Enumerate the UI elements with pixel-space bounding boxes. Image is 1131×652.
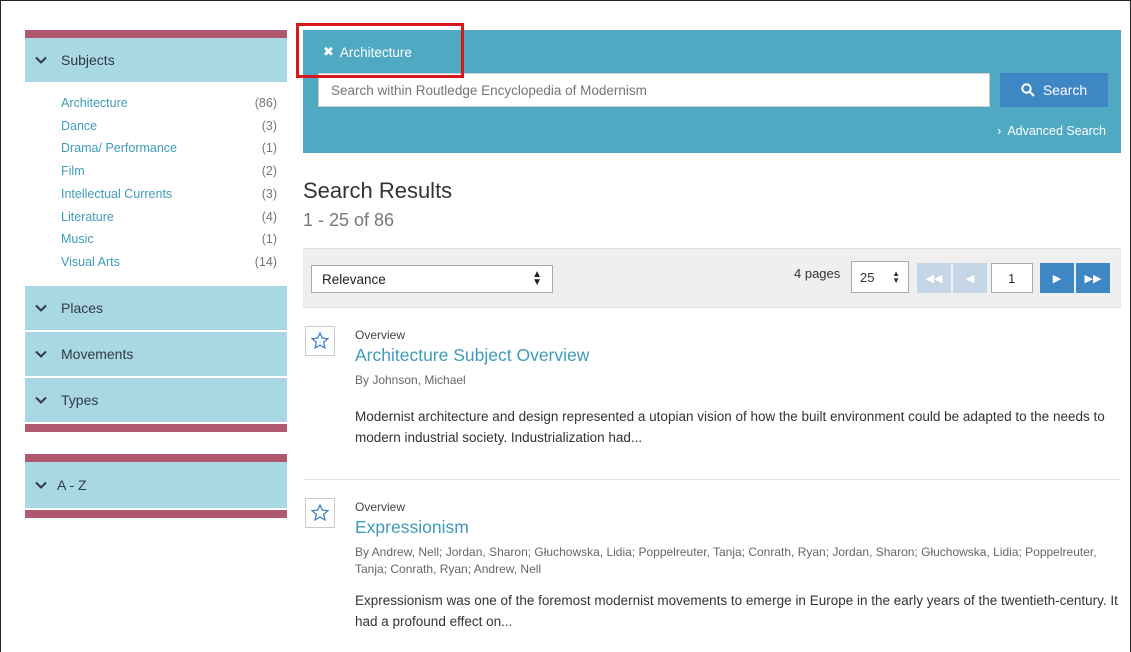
sort-select[interactable]: Relevance ▲ ▼ xyxy=(311,265,553,293)
facet-places-header[interactable]: Places xyxy=(25,285,287,332)
list-item: Intellectual Currents (3) xyxy=(61,183,277,206)
list-item: Architecture (86) xyxy=(61,92,277,115)
az-bottom-bar xyxy=(25,509,287,518)
subject-link[interactable]: Music xyxy=(61,228,94,251)
subject-count: (86) xyxy=(254,96,277,110)
prev-page-icon: ◀ xyxy=(965,272,975,285)
search-icon xyxy=(1021,83,1035,97)
star-icon xyxy=(310,331,330,350)
subject-link[interactable]: Literature xyxy=(61,206,114,229)
results-count: 1 - 25 of 86 xyxy=(303,210,395,230)
result-title-link[interactable]: Expressionism xyxy=(355,517,1125,538)
facet-subjects-label: Subjects xyxy=(61,52,115,68)
first-page-icon: ◀◀ xyxy=(925,272,943,285)
subject-link[interactable]: Dance xyxy=(61,115,97,138)
search-input[interactable] xyxy=(318,73,990,107)
search-button[interactable]: Search xyxy=(1000,73,1108,107)
advanced-search-link[interactable]: › Advanced Search xyxy=(997,124,1106,138)
chevron-down-icon xyxy=(35,481,47,489)
facet-az-label: A - Z xyxy=(57,476,87,493)
result-author: By Johnson, Michael xyxy=(355,373,466,387)
subjects-list: Architecture (86) Dance (3) Drama/ Perform… xyxy=(25,84,287,286)
subject-link[interactable]: Visual Arts xyxy=(61,251,120,274)
subject-count: (1) xyxy=(261,232,277,247)
chevron-down-icon xyxy=(35,350,47,358)
chevron-down-icon xyxy=(35,56,47,64)
bookmark-button[interactable] xyxy=(305,326,335,356)
per-page-value: 25 xyxy=(860,269,875,285)
result-snippet: Modernist architecture and design repres… xyxy=(355,409,1105,445)
next-page-button[interactable]: ▶ xyxy=(1040,263,1074,293)
subject-count: (2) xyxy=(261,164,277,179)
facet-places-label: Places xyxy=(61,299,104,316)
sidebar-divider-bar xyxy=(25,423,287,432)
result-type: Overview xyxy=(355,500,406,514)
result-item: Overview Expressionism By Andrew, Nell; … xyxy=(303,480,1121,652)
subject-link[interactable]: Intellectual Currents xyxy=(61,183,172,206)
annotation-highlight-box xyxy=(296,23,464,78)
facet-movements-label: Movements xyxy=(61,345,134,362)
az-top-bar xyxy=(25,453,287,462)
select-arrows-icon: ▲ ▼ xyxy=(532,269,542,288)
result-title-link[interactable]: Architecture Subject Overview xyxy=(355,345,1125,366)
subject-count: (1) xyxy=(261,141,277,156)
sidebar: Subjects Architecture (86) Dance (3) Drama… xyxy=(25,30,287,518)
page: Subjects Architecture (86) Dance (3) Drama… xyxy=(0,0,1131,652)
pages-label: 4 pages xyxy=(794,266,841,281)
chevron-down-icon xyxy=(35,304,47,312)
star-icon xyxy=(310,503,330,522)
result-item: Overview Architecture Subject Overview B… xyxy=(303,308,1121,480)
facet-movements-header[interactable]: Movements xyxy=(25,331,287,378)
result-body: Overview Architecture Subject Overview B… xyxy=(355,328,1125,448)
list-item: Drama/ Performance (1) xyxy=(61,137,277,160)
next-page-icon: ▶ xyxy=(1052,272,1062,285)
result-type: Overview xyxy=(355,328,406,342)
prev-page-button[interactable]: ◀ xyxy=(953,263,987,293)
subject-link[interactable]: Drama/ Performance xyxy=(61,137,177,160)
sort-value: Relevance xyxy=(322,271,386,287)
facet-types-header[interactable]: Types xyxy=(25,377,287,424)
per-page-select[interactable]: 25 ▲ ▼ xyxy=(851,261,909,293)
select-arrows-icon: ▲ ▼ xyxy=(892,269,900,285)
list-item: Film (2) xyxy=(61,160,277,183)
list-item: Literature (4) xyxy=(61,206,277,229)
subject-link[interactable]: Film xyxy=(61,160,85,183)
facet-types-label: Types xyxy=(61,391,99,408)
result-snippet: Expressionism was one of the foremost mo… xyxy=(355,593,1118,629)
results-toolbar: Relevance ▲ ▼ 4 pages 25 ▲ ▼ ◀◀ ◀ 1 ▶ ▶▶ xyxy=(303,248,1121,308)
list-item: Music (1) xyxy=(61,228,277,251)
main-content: ✖ Architecture Search ›Advanced Search S… xyxy=(303,30,1121,652)
result-body: Overview Expressionism By Andrew, Nell; … xyxy=(355,500,1125,632)
subject-count: (3) xyxy=(261,186,277,201)
subject-count: (4) xyxy=(261,209,277,224)
subject-count: (3) xyxy=(261,118,277,133)
subject-count: (14) xyxy=(254,254,277,269)
bookmark-button[interactable] xyxy=(305,498,335,528)
list-item: Dance (3) xyxy=(61,115,277,138)
chevron-down-icon xyxy=(35,396,47,404)
search-button-label: Search xyxy=(1042,82,1088,98)
result-author: By Andrew, Nell; Jordan, Sharon; Głuchow… xyxy=(355,545,1097,576)
last-page-icon: ▶▶ xyxy=(1084,272,1102,285)
chevron-right-icon: › xyxy=(997,124,1002,138)
sidebar-top-bar xyxy=(25,30,287,38)
subject-link[interactable]: Architecture xyxy=(61,92,128,115)
facet-subjects-header[interactable]: Subjects xyxy=(25,38,287,84)
first-page-button[interactable]: ◀◀ xyxy=(917,263,951,293)
results-title: Search Results xyxy=(303,178,453,203)
page-number-input[interactable]: 1 xyxy=(991,263,1033,293)
list-item: Visual Arts (14) xyxy=(61,251,277,274)
last-page-button[interactable]: ▶▶ xyxy=(1076,263,1110,293)
facet-az-header[interactable]: A - Z xyxy=(25,461,287,510)
advanced-search-label: Advanced Search xyxy=(1007,124,1106,138)
